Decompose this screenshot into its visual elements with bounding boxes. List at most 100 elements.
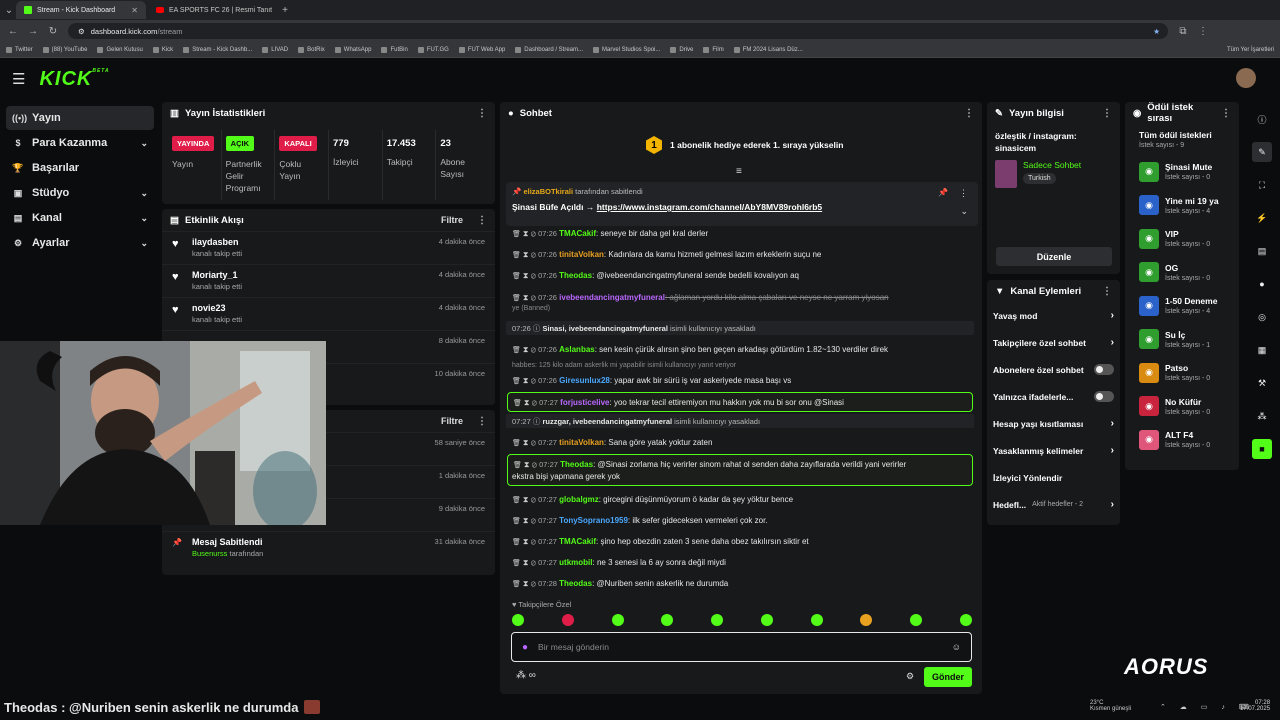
channel-action-item[interactable]: İzleyici Yönlendir [987, 464, 1120, 491]
sidebar-item-studio[interactable]: ▣ Stüdyo ⌄ [6, 181, 154, 205]
timeout-icon[interactable]: ⧗ [523, 495, 531, 504]
timeout-icon[interactable]: ⧗ [523, 345, 531, 354]
bookmark-item[interactable]: FUT Web App [458, 46, 505, 53]
layers-icon[interactable]: ▦ [1252, 340, 1272, 360]
chevron-down-icon[interactable]: ⌄ [140, 238, 148, 249]
url-input[interactable]: ⚙ dashboard.kick.com/stream ★ [68, 23, 1168, 39]
microphone-icon[interactable]: ● [522, 642, 528, 653]
message-user[interactable]: ivebeendancingatmyfuneral [559, 293, 665, 302]
browser-menu-icon[interactable]: ⋮ [1198, 26, 1208, 37]
site-info-icon[interactable]: ⚙ [78, 27, 85, 36]
reward-item[interactable]: ◉ Yine mi 19 ya İstek sayısı - 4 [1125, 189, 1239, 223]
toggle-switch[interactable] [1094, 364, 1114, 375]
chevron-down-icon[interactable]: ⌄ [140, 138, 148, 149]
channel-action-item[interactable]: Yalnızca ifadelerle... [987, 383, 1120, 410]
reward-item[interactable]: ◉ Şinasi Mute İstek sayısı - 0 [1125, 155, 1239, 189]
sidebar-item-channel[interactable]: ▤ Kanal ⌄ [6, 206, 154, 230]
chat-bubble-icon[interactable]: ● [1252, 274, 1272, 294]
message-user[interactable]: tinitaVolkan [559, 250, 604, 259]
bookmark-item[interactable]: BotRix [298, 46, 325, 53]
message-user[interactable]: Giresunlux28 [559, 376, 610, 385]
trash-icon[interactable]: 🗑 [513, 400, 524, 407]
wrench-icon[interactable]: ⚒ [1252, 373, 1272, 393]
message-user[interactable]: TonySoprano1959 [559, 516, 628, 525]
more-options-icon[interactable]: ⋮ [477, 416, 487, 427]
fullscreen-icon[interactable]: ⛶ [1252, 175, 1272, 195]
bookmark-item[interactable]: Dashboard / Stream... [515, 46, 583, 53]
emote-icon[interactable] [661, 614, 674, 626]
timeout-icon[interactable]: ⧗ [523, 537, 531, 546]
forward-icon[interactable]: → [28, 26, 38, 37]
reward-item[interactable]: ◉ No Küfür İstek sayısı - 0 [1125, 390, 1239, 424]
more-options-icon[interactable]: ⋮ [959, 188, 968, 199]
more-options-icon[interactable]: ⋮ [1102, 286, 1112, 297]
broadcast-icon[interactable]: ◎ [1252, 307, 1272, 327]
mod-log-actor[interactable]: Busenurss [192, 549, 227, 558]
timeout-icon[interactable]: ⧗ [523, 229, 531, 238]
message-user[interactable]: utkmobil [559, 558, 592, 567]
activity-user[interactable]: Moriarty_1 [192, 270, 242, 280]
reload-icon[interactable]: ↻ [48, 26, 58, 37]
send-button[interactable]: Gönder [924, 667, 972, 687]
chevron-down-icon[interactable]: ⌄ [960, 206, 968, 217]
emote-icon[interactable] [711, 614, 724, 626]
trash-icon[interactable]: 🗑 [512, 295, 523, 302]
bookmark-item[interactable]: Marvel Studios Spoi... [593, 46, 660, 53]
bookmark-item[interactable]: Kick [152, 46, 173, 53]
timeout-icon[interactable]: ⧗ [524, 398, 532, 407]
bookmark-item[interactable]: Stream - Kick Dashb... [183, 46, 252, 53]
all-rewards-item[interactable]: Tüm ödül istekleri İstek sayısı - 9 [1125, 124, 1239, 155]
emote-icon[interactable] [760, 614, 773, 626]
kick-logo[interactable]: KICKBETA [39, 68, 109, 91]
channel-action-item[interactable]: Hesap yaşı kısıtlaması › [987, 410, 1120, 437]
channel-action-item[interactable]: Hedefl... Aktif hedefler - 2 › [987, 491, 1120, 518]
chevron-down-icon[interactable]: ⌄ [140, 188, 148, 199]
emote-icon[interactable] [959, 614, 972, 626]
app-icon[interactable]: ■ [1252, 439, 1272, 459]
timeout-icon[interactable]: ⧗ [523, 376, 531, 385]
chat-input[interactable]: ● Bir mesaj gönderin ☺ [511, 632, 972, 662]
chevron-down-icon[interactable]: ⌄ [140, 213, 148, 224]
more-options-icon[interactable]: ⋮ [1102, 108, 1112, 119]
extensions-icon[interactable]: ⧉ [1178, 26, 1188, 37]
trash-icon[interactable]: 🗑 [512, 539, 523, 546]
reward-item[interactable]: ◉ OG İstek sayısı - 0 [1125, 256, 1239, 290]
lightning-icon[interactable]: ⚡ [1252, 208, 1272, 228]
emote-icon[interactable] [860, 614, 873, 626]
filter-button[interactable]: Filtre [441, 215, 463, 225]
share-icon[interactable]: ⁂ [1252, 406, 1272, 426]
sidebar-item-money[interactable]: $ Para Kazanma ⌄ [6, 131, 154, 155]
bookmark-item[interactable]: FUT.GG [417, 46, 449, 53]
emoji-icon[interactable]: ☺ [952, 642, 961, 652]
close-icon[interactable]: ✕ [277, 6, 278, 15]
bookmark-item[interactable]: (88) YouTube [42, 46, 87, 53]
filter-button[interactable]: Filtre [441, 416, 463, 426]
weather-widget[interactable]: 23°C Kısmen güneşli [1090, 700, 1131, 712]
channel-action-item[interactable]: Abonelere özel sohbet [987, 356, 1120, 383]
message-user[interactable]: Theodas [560, 460, 593, 469]
message-user[interactable]: Aslanbas [559, 345, 595, 354]
timeout-icon[interactable]: ⧗ [523, 579, 531, 588]
edit-icon[interactable]: ✎ [1252, 142, 1272, 162]
sidebar-item-trophy[interactable]: 🏆 Başarılar [6, 156, 154, 180]
reward-item[interactable]: ◉ VIP İstek sayısı - 0 [1125, 222, 1239, 256]
activity-user[interactable]: ilaydasben [192, 237, 242, 247]
trash-icon[interactable]: 🗑 [512, 273, 523, 280]
bookmark-item[interactable]: WhatsApp [334, 46, 371, 53]
emote-icon[interactable] [810, 614, 823, 626]
timeout-icon[interactable]: ⧗ [523, 438, 531, 447]
edit-button[interactable]: Düzenle [996, 247, 1112, 266]
avatar[interactable] [1236, 68, 1256, 88]
more-options-icon[interactable]: ⋮ [477, 215, 487, 226]
reward-item[interactable]: ◉ ALT F4 İstek sayısı - 0 [1125, 423, 1239, 457]
taskbar-clock[interactable]: 07:28 17.07.2025 [1240, 700, 1270, 712]
message-user[interactable]: TMACakif [559, 537, 596, 546]
timeout-icon[interactable]: ⧗ [523, 558, 531, 567]
trash-icon[interactable]: 🗑 [512, 560, 523, 567]
tab-ea-sports[interactable]: EA SPORTS FC 26 | Resmi Tanıt ✕ [148, 1, 278, 19]
category-name[interactable]: Sadece Sohbet [1023, 160, 1081, 170]
emote-icon[interactable] [611, 614, 624, 626]
more-options-icon[interactable]: ⋮ [964, 108, 974, 119]
timeout-icon[interactable]: ⧗ [523, 293, 531, 302]
sidebar-item-broadcast[interactable]: ((•)) Yayın [6, 106, 154, 130]
